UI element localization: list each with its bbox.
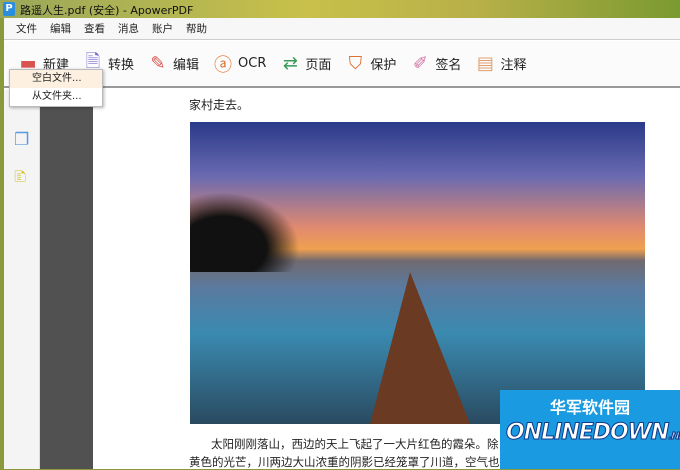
- window-title: 路遥人生.pdf (安全) - ApowerPDF: [20, 4, 194, 17]
- protect-button[interactable]: ⛉ 保护: [343, 52, 397, 76]
- menu-help[interactable]: 帮助: [186, 21, 207, 36]
- ocr-button[interactable]: ⓐ OCR: [211, 52, 266, 76]
- title-bar: P 路遥人生.pdf (安全) - ApowerPDF: [0, 0, 680, 18]
- pages-thumbnail-icon[interactable]: ❐: [14, 130, 29, 150]
- doc-text-line: 家村走去。: [189, 98, 250, 112]
- app-logo-icon: P: [3, 2, 15, 16]
- page-icon: ⇄: [282, 53, 298, 74]
- sign-icon: ✐: [412, 53, 428, 74]
- doc-paragraph-line-2: 黄色的光芒，川两边大山浓重的阴影已经笼罩了川道，空气也: [189, 455, 500, 469]
- comment-button[interactable]: ▤ 注释: [473, 52, 527, 76]
- page-button[interactable]: ⇄ 页面: [278, 52, 332, 76]
- menu-messages[interactable]: 消息: [118, 21, 139, 36]
- ocr-icon: ⓐ: [214, 54, 233, 76]
- new-dropdown-menu: 空白文件... 从文件夹...: [9, 69, 103, 107]
- menu-account[interactable]: 账户: [152, 21, 173, 36]
- attachment-icon[interactable]: 🗈: [14, 164, 26, 193]
- doc-paragraph-line-1: 太阳刚刚落山，西边的天上飞起了一大片红色的霞朵。除: [211, 437, 499, 451]
- menu-item-blank-file[interactable]: 空白文件...: [10, 70, 102, 88]
- menu-item-from-folder[interactable]: 从文件夹...: [10, 88, 102, 106]
- page-gutter: [40, 90, 93, 469]
- sidebar: ❐ 🗈: [4, 90, 40, 469]
- toolbar: ▬ 新建 🗎 转换 ✎ 编辑 ⓐ OCR ⇄ 页面 ⛉ 保护 ✐ 签名 ▤ 注释: [4, 41, 680, 88]
- menu-view[interactable]: 查看: [84, 21, 105, 36]
- sunset-pier-photo: [190, 122, 645, 424]
- menu-file[interactable]: 文件: [16, 21, 37, 36]
- comment-icon: ▤: [476, 53, 494, 74]
- protect-icon: ⛉: [348, 53, 363, 74]
- edit-button[interactable]: ✎ 编辑: [146, 52, 199, 76]
- sign-button[interactable]: ✐ 签名: [408, 52, 462, 76]
- edit-icon: ✎: [150, 53, 166, 74]
- watermark-logo: 华军软件园 ONLINEDOWN.NET: [500, 390, 680, 469]
- menu-edit[interactable]: 编辑: [50, 21, 71, 36]
- menu-bar: 文件 编辑 查看 消息 账户 帮助: [4, 18, 680, 40]
